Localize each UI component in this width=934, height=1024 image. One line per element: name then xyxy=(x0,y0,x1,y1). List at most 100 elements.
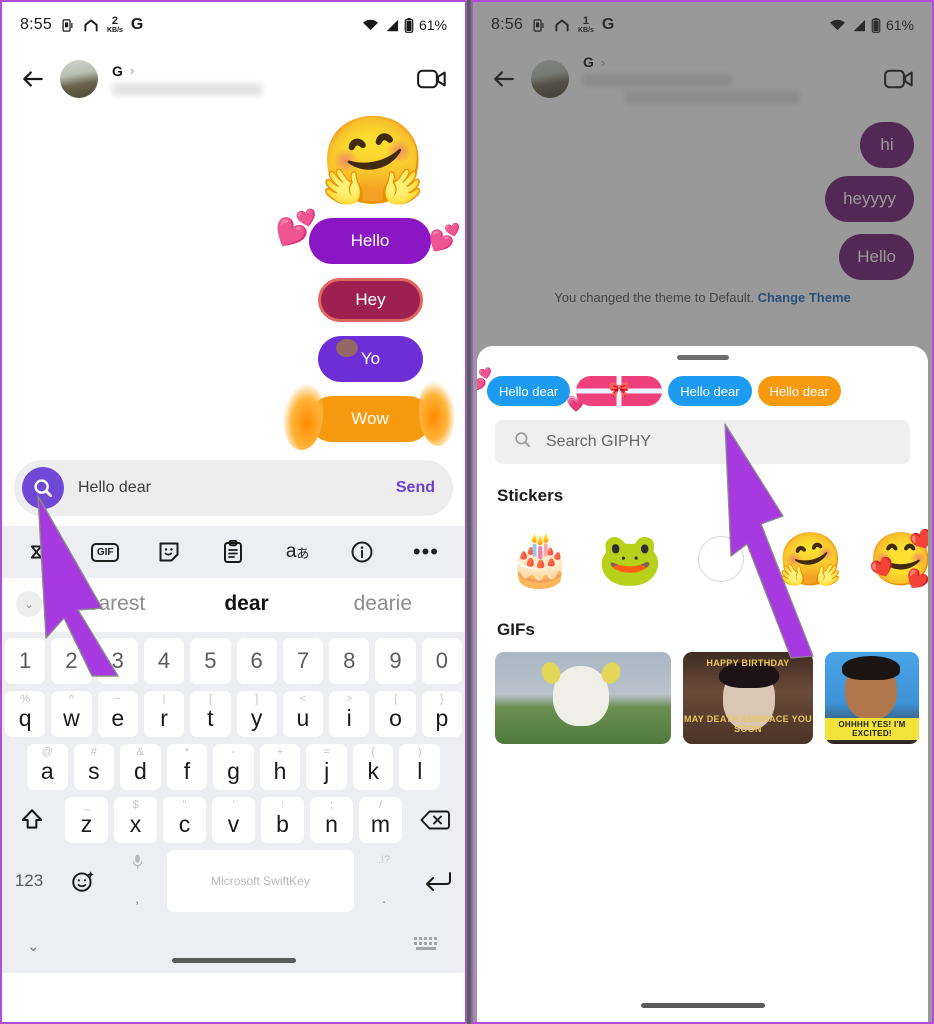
nav-pill[interactable] xyxy=(640,1003,765,1008)
key-5[interactable]: 5 xyxy=(190,638,231,684)
key-label: b xyxy=(276,811,289,837)
key-d[interactable]: & d xyxy=(120,744,161,790)
key-alt: [ xyxy=(208,693,212,705)
change-theme-link[interactable]: Change Theme xyxy=(758,290,851,305)
message-bubble-hi[interactable]: hi xyxy=(860,122,914,168)
avatar[interactable] xyxy=(60,60,98,98)
key-o[interactable]: {o xyxy=(375,691,416,737)
gif-icon[interactable]: GIF xyxy=(88,535,122,569)
key-l[interactable]: ) l xyxy=(399,744,441,790)
key-a[interactable]: @ a xyxy=(26,744,68,790)
key-q[interactable]: % q xyxy=(5,691,46,737)
key-i[interactable]: > i xyxy=(329,691,370,737)
more-icon[interactable]: ••• xyxy=(409,535,443,569)
suggestion-item[interactable]: dearest xyxy=(42,592,178,616)
key-n[interactable]: ; n xyxy=(310,797,353,843)
key-p[interactable]: } p xyxy=(421,691,462,737)
key-k[interactable]: (k xyxy=(352,744,394,790)
key-alt: @ xyxy=(41,746,53,758)
sticker-icon[interactable] xyxy=(152,535,186,569)
sticker-item-hug[interactable]: 🤗 xyxy=(766,516,856,602)
sticker-item-frog[interactable]: 🐸 xyxy=(585,516,675,602)
shift-icon[interactable] xyxy=(5,797,59,843)
suggestion-item-active[interactable]: dear xyxy=(178,592,314,616)
key-u[interactable]: < u xyxy=(282,691,324,737)
key-j[interactable]: = j xyxy=(306,744,347,790)
key-v[interactable]: ' v xyxy=(212,797,255,843)
sticker-chip-orange[interactable]: Hello dear xyxy=(757,376,841,406)
nav-pill[interactable] xyxy=(171,958,296,963)
key-7[interactable]: 7 xyxy=(282,638,324,684)
emoji-icon[interactable] xyxy=(59,850,107,912)
sticker-chip-gift[interactable]: 🎀 xyxy=(576,376,663,406)
message-bubble-wow[interactable]: Wow xyxy=(283,382,455,450)
key-r[interactable]: | r xyxy=(143,691,185,737)
punctuation-key[interactable]: .!? . xyxy=(360,850,408,912)
gif-item-goth-birthday[interactable]: HAPPY BIRTHDAY MAY DEATH EMBRACE YOU SOO… xyxy=(683,652,813,744)
chevron-down-icon[interactable]: ⌄ xyxy=(27,937,40,955)
giphy-search-bar[interactable]: Search GIPHY xyxy=(495,420,910,464)
key-9[interactable]: 9 xyxy=(375,638,416,684)
gif-item-ram-mascot[interactable] xyxy=(495,652,671,744)
key-3[interactable]: 3 xyxy=(97,638,138,684)
message-bubble-yo[interactable]: Yo xyxy=(318,336,423,382)
back-arrow-icon[interactable] xyxy=(491,66,517,92)
key-8[interactable]: 8 xyxy=(329,638,370,684)
enter-icon[interactable] xyxy=(414,850,462,912)
key-m[interactable]: / m xyxy=(359,797,402,843)
space-key[interactable]: Microsoft SwiftKey xyxy=(167,850,354,912)
message-input[interactable]: Hello dear xyxy=(78,479,382,497)
back-arrow-icon[interactable] xyxy=(20,66,46,92)
key-6[interactable]: 6 xyxy=(236,638,277,684)
header-contact-info[interactable]: G › xyxy=(112,63,403,96)
keyboard-grid-icon[interactable] xyxy=(414,936,440,956)
key-e[interactable]: ~ e xyxy=(97,691,138,737)
video-call-icon[interactable] xyxy=(884,67,914,91)
key-b[interactable]: :b xyxy=(261,797,304,843)
key-h[interactable]: + h xyxy=(259,744,301,790)
hug-emoji-message[interactable]: 🤗 xyxy=(320,118,427,204)
sticker-item-loading[interactable] xyxy=(675,516,765,602)
message-bubble-hello[interactable]: Hello xyxy=(839,234,914,280)
key-f[interactable]: * f xyxy=(166,744,208,790)
key-x[interactable]: $ x xyxy=(114,797,157,843)
message-bubble-hello[interactable]: Hello xyxy=(275,208,461,264)
key-0[interactable]: 0 xyxy=(421,638,462,684)
sticker-chip-plain[interactable]: Hello dear xyxy=(668,376,752,406)
network-speed-value: 2 xyxy=(111,15,118,27)
keyboard-switch-icon[interactable] xyxy=(24,535,58,569)
mic-comma-key[interactable]: , xyxy=(113,850,161,912)
key-z[interactable]: _ z xyxy=(65,797,108,843)
message-bubble-hey[interactable]: Hey xyxy=(318,278,423,322)
message-input-bar[interactable]: Hello dear Send xyxy=(14,460,453,516)
key-4[interactable]: 4 xyxy=(143,638,185,684)
avatar[interactable] xyxy=(531,60,569,98)
key-w[interactable]: ^ w xyxy=(51,691,92,737)
suggestion-item[interactable]: dearie xyxy=(315,592,451,616)
translate-icon[interactable]: aあ xyxy=(281,535,315,569)
info-icon[interactable] xyxy=(345,535,379,569)
giphy-search-input[interactable]: Search GIPHY xyxy=(546,433,651,451)
key-c[interactable]: " c xyxy=(163,797,206,843)
key-y[interactable]: ] y xyxy=(236,691,277,737)
sticker-chip-hearts[interactable]: Hello dear xyxy=(477,367,587,414)
backspace-icon[interactable] xyxy=(408,797,462,843)
video-call-icon[interactable] xyxy=(417,67,447,91)
key-2[interactable]: 2 xyxy=(51,638,92,684)
key-s[interactable]: # s xyxy=(73,744,115,790)
gif-caption-bottom: OHHHH YES! I'M EXCITED! xyxy=(825,718,919,740)
key-g[interactable]: -g xyxy=(213,744,254,790)
send-button[interactable]: Send xyxy=(396,479,435,497)
sticker-item-kiss-heart[interactable]: 🥰 xyxy=(856,516,928,602)
sticker-item-cake[interactable]: 🎂 xyxy=(495,516,585,602)
message-bubble-heyyyy[interactable]: heyyyy xyxy=(825,176,914,222)
clipboard-icon[interactable] xyxy=(216,535,250,569)
key-t[interactable]: [t xyxy=(190,691,231,737)
gif-item-excited[interactable]: OHHHH YES! I'M EXCITED! xyxy=(825,652,919,744)
header-contact-info[interactable]: G › xyxy=(583,54,870,104)
search-icon[interactable] xyxy=(22,467,64,509)
numbers-key[interactable]: 123 xyxy=(5,850,53,912)
chevron-down-icon[interactable]: ⌄ xyxy=(16,591,42,617)
key-label: z xyxy=(80,811,93,837)
key-1[interactable]: 1 xyxy=(5,638,46,684)
